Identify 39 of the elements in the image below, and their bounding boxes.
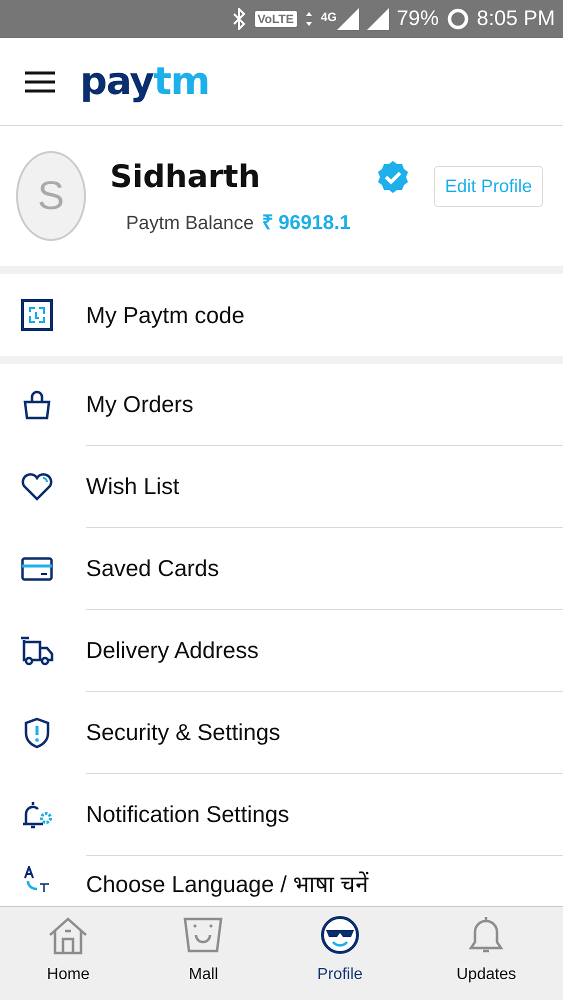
network-type: 4G [320, 9, 337, 26]
signal-icon [336, 8, 359, 30]
sunglasses-face-icon[interactable] [320, 915, 360, 955]
balance-amount: ₹ 96918.1 [262, 211, 351, 236]
home-icon[interactable] [48, 915, 88, 955]
logo: paytm [80, 58, 210, 105]
menu-item[interactable]: Choose Language / भाषा चनें [86, 867, 369, 901]
nav-tab[interactable]: Mall [136, 907, 270, 1000]
battery-ring-icon [446, 8, 469, 30]
card-icon [21, 557, 53, 581]
nav-tab[interactable]: Home [0, 907, 137, 1000]
user-name: Sidharth [110, 158, 260, 196]
bell-icon[interactable] [468, 915, 504, 955]
signal-icon [366, 8, 389, 30]
volte-badge: VoLTE [254, 11, 297, 27]
profile-avatar: S [16, 151, 86, 241]
smiling-bag-icon[interactable] [183, 915, 224, 955]
menu-item[interactable]: Saved Cards [86, 551, 219, 586]
truck-icon [20, 636, 54, 666]
translate-icon [22, 866, 52, 892]
menu-item[interactable]: Notification Settings [86, 797, 290, 832]
menu-item[interactable]: Security & Settings [86, 715, 280, 750]
data-arrows-icon [304, 11, 313, 27]
menu-icon[interactable] [24, 70, 56, 92]
menu-item[interactable]: My Paytm code [86, 298, 244, 332]
clock-time: 8:05 PM [476, 6, 555, 32]
menu-item[interactable]: Delivery Address [86, 633, 259, 668]
menu-item[interactable]: My Orders [86, 387, 194, 422]
bluetooth-icon [230, 8, 247, 30]
shield-icon [23, 717, 51, 749]
shopping-bag-icon [23, 390, 51, 420]
nav-tab[interactable]: Profile [270, 907, 410, 1000]
menu-item[interactable]: Wish List [86, 469, 180, 504]
nav-tab[interactable]: Updates [410, 907, 563, 1000]
qr-code-icon [21, 299, 53, 331]
balance-label: Paytm Balance [126, 212, 254, 236]
bell-gear-icon [20, 799, 54, 831]
heart-icon [21, 473, 53, 501]
battery-level: 79% [396, 6, 439, 32]
